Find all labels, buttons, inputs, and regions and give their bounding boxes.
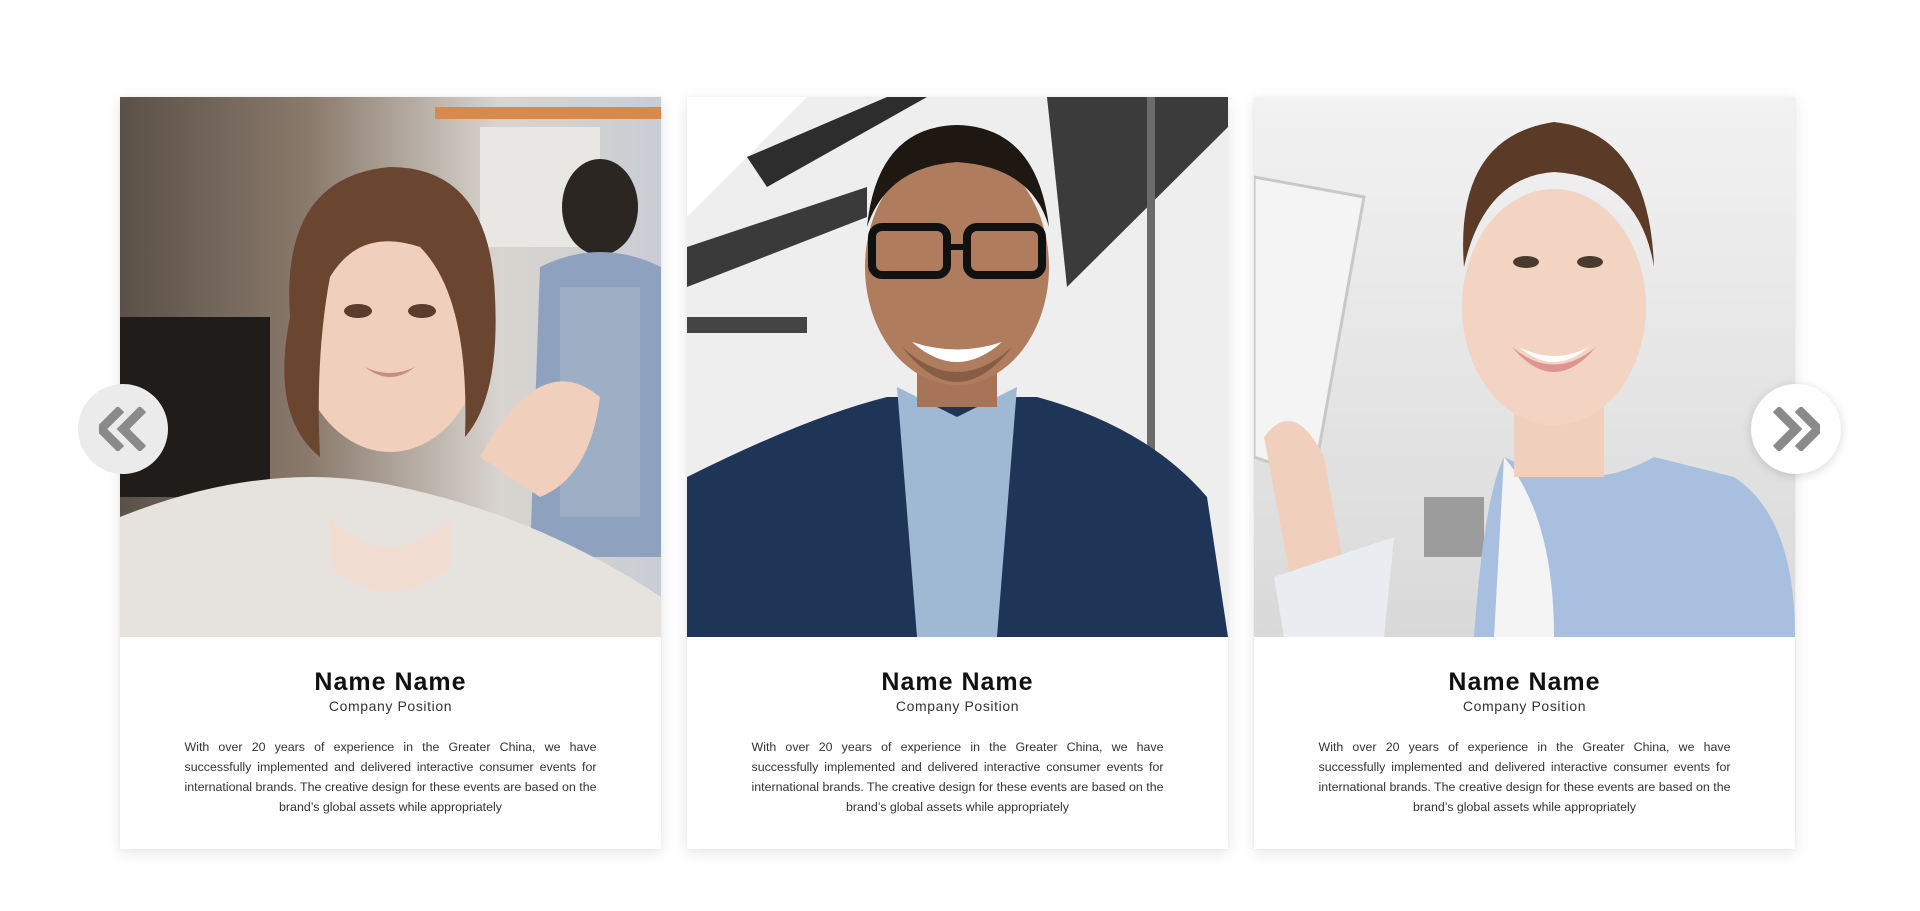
team-card: Name Name Company Position With over 20 … [120, 97, 661, 849]
person-name: Name Name [881, 668, 1034, 696]
card-track: Name Name Company Position With over 20 … [120, 97, 1795, 849]
card-info: Name Name Company Position With over 20 … [687, 637, 1228, 817]
carousel-prev-button[interactable] [78, 384, 168, 474]
double-chevron-right-icon [1772, 407, 1820, 451]
profile-photo [1254, 97, 1795, 637]
person-name: Name Name [1448, 668, 1601, 696]
company-position: Company Position [328, 698, 453, 714]
person-bio: With over 20 years of experience in the … [1318, 740, 1731, 814]
person-name: Name Name [314, 668, 467, 696]
profile-photo [120, 97, 661, 637]
team-carousel: Name Name Company Position With over 20 … [0, 0, 1920, 911]
team-card: Name Name Company Position With over 20 … [687, 97, 1228, 849]
person-bio: With over 20 years of experience in the … [184, 740, 597, 814]
company-position: Company Position [1462, 698, 1587, 714]
person-bio: With over 20 years of experience in the … [751, 740, 1164, 814]
profile-photo [687, 97, 1228, 637]
team-card: Name Name Company Position With over 20 … [1254, 97, 1795, 849]
card-info: Name Name Company Position With over 20 … [1254, 637, 1795, 817]
carousel-next-button[interactable] [1751, 384, 1841, 474]
card-info: Name Name Company Position With over 20 … [120, 637, 661, 817]
double-chevron-left-icon [99, 407, 147, 451]
company-position: Company Position [895, 698, 1020, 714]
